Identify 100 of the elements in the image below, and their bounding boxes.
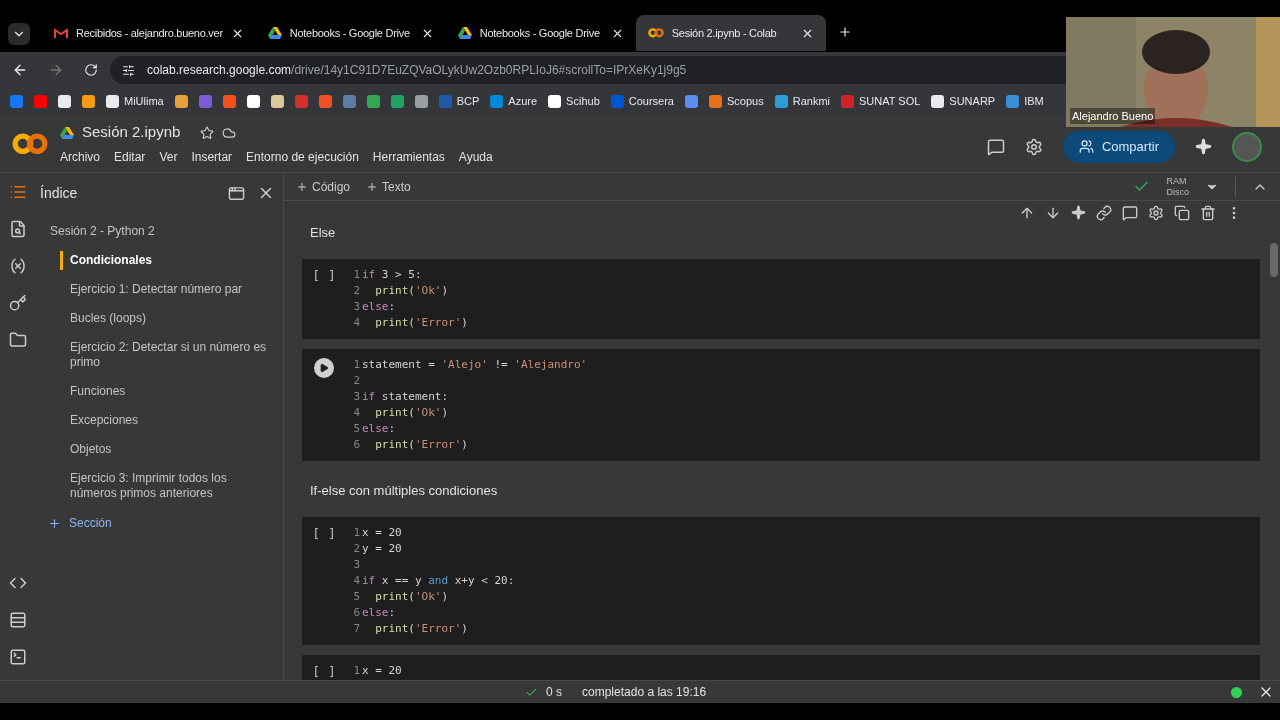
outline-item[interactable]: Bucles (loops) — [70, 311, 147, 326]
settings-icon[interactable] — [1024, 137, 1043, 156]
command-palette-icon[interactable] — [9, 611, 27, 629]
participant-name: Alejandro Bueno — [1070, 107, 1156, 124]
code-line: print('Ok') — [374, 405, 449, 421]
address-field[interactable]: colab.research.google.com/drive/14y1C91D7EuZQVaOLykUw2Ozb0RPLIoJ6#scrollTo=IPrXeKy1j9g5 — [110, 56, 1066, 84]
code-cell[interactable]: [ ] 1 x = 20 — [302, 655, 1260, 680]
back-icon[interactable] — [12, 62, 28, 78]
scrollbar-thumb[interactable] — [1270, 243, 1278, 277]
outline-item[interactable]: Ejercicio 2: Detectar si un número es primo — [70, 340, 267, 370]
find-icon[interactable] — [9, 220, 27, 238]
code-line: else: — [362, 605, 396, 621]
code-line: if x == y and x+y < 20: — [362, 573, 515, 589]
notebook-title[interactable]: Sesión 2.ipynb — [82, 121, 181, 144]
site-settings-icon[interactable] — [122, 63, 135, 77]
move-down-icon[interactable] — [1045, 205, 1061, 221]
bookmark-label[interactable]: Azure — [508, 93, 538, 110]
browser-tab[interactable]: Notebooks - Google Drive — [255, 15, 446, 51]
comment-icon[interactable] — [1122, 205, 1138, 221]
key-icon[interactable] — [9, 294, 27, 312]
bookmark-favicon-icon[interactable] — [246, 95, 260, 108]
code-line: statement = 'Alejo' != 'Alejandro' — [362, 357, 588, 373]
line-number: 1 — [352, 357, 360, 373]
account-avatar[interactable] — [1232, 131, 1262, 162]
code-line: if statement: — [362, 389, 449, 405]
code-line: else: — [362, 299, 396, 315]
menu-item[interactable]: Editar — [114, 147, 146, 166]
bookmark-label[interactable]: Rankmi — [792, 93, 830, 110]
code-cell[interactable]: [ ] 1 x = 20 2 y = 20 3 4 if x == y and x+y < 20: 5 print('Ok') 6 else: 7 print('Error') — [302, 517, 1260, 645]
cloud-icon[interactable] — [222, 125, 237, 140]
outline-item[interactable]: Ejercicio 3: Imprimir todos los números primos anteriores — [70, 471, 267, 501]
bookmark-label[interactable]: Scihub — [566, 93, 600, 110]
code-line: print('Error') — [374, 315, 468, 331]
resource-meter[interactable]: RAM Disco — [1166, 175, 1189, 198]
add-section-button[interactable]: Sección — [48, 514, 112, 532]
tab-title: Recibidos - alejandro.bueno.ver — [76, 25, 223, 41]
terminal-icon[interactable] — [9, 648, 27, 666]
code-line: print('Error') — [374, 621, 468, 637]
tab-list-button[interactable] — [8, 23, 30, 45]
menu-item[interactable]: Ver — [159, 147, 178, 166]
sparkle-icon[interactable] — [1195, 138, 1212, 155]
code-line: x = 20 — [362, 663, 402, 679]
outline-item[interactable]: Sesión 2 - Python 2 — [50, 224, 155, 239]
delete-icon[interactable] — [1200, 205, 1216, 221]
bookmark-label[interactable]: Coursera — [628, 93, 674, 110]
bookmark-label[interactable]: IBM — [1024, 93, 1044, 110]
browser-tab[interactable]: Sesión 2.ipynb - Colab — [635, 15, 826, 51]
move-up-icon[interactable] — [1019, 205, 1035, 221]
code-line: print('Ok') — [374, 283, 449, 299]
plus-icon — [366, 180, 379, 193]
code-line: if 3 > 5: — [362, 267, 422, 283]
add-cell-button[interactable]: Texto — [366, 177, 411, 196]
line-number: 3 — [352, 299, 360, 315]
add-cell-button[interactable]: Código — [296, 177, 351, 196]
outline-item[interactable]: Objetos — [70, 442, 112, 457]
settings-icon[interactable] — [1148, 205, 1164, 221]
code-cell[interactable]: [ ] 1 if 3 > 5: 2 print('Ok') 3 else: 4 print('Error') — [302, 259, 1260, 339]
outline-item[interactable]: Excepciones — [70, 413, 139, 428]
variables-icon[interactable] — [9, 257, 27, 275]
comment-icon[interactable] — [986, 137, 1005, 156]
line-number: 5 — [352, 589, 360, 605]
bookmark-favicon-icon[interactable] — [174, 95, 188, 108]
menu-item[interactable]: Entorno de ejecución — [246, 147, 359, 166]
mail-icon — [54, 27, 68, 39]
run-button[interactable] — [314, 358, 334, 378]
share-button[interactable]: Compartir — [1062, 130, 1175, 163]
forward-icon[interactable] — [48, 62, 64, 78]
link-icon[interactable] — [1096, 205, 1112, 221]
execution-time: 0 s — [546, 684, 562, 701]
reload-icon[interactable] — [84, 63, 98, 77]
star-icon[interactable] — [200, 125, 215, 140]
status-message: completado a las 19:16 — [582, 684, 707, 701]
menu-item[interactable]: Archivo — [60, 147, 100, 166]
sparkle-icon[interactable] — [1071, 205, 1086, 220]
browser-tab[interactable]: Notebooks - Google Drive — [445, 15, 636, 51]
bookmark-label[interactable]: MiUlima — [124, 93, 164, 110]
bookmark-label[interactable]: Scopus — [727, 93, 764, 110]
bookmark-label[interactable]: SUNAT SOL — [859, 93, 921, 110]
folder-icon[interactable] — [9, 331, 27, 349]
copy-icon[interactable] — [1174, 205, 1190, 221]
menu-item[interactable]: Herramientas — [372, 147, 445, 166]
bookmark-favicon-icon[interactable] — [548, 95, 562, 108]
table-of-contents-icon[interactable] — [9, 183, 27, 201]
bookmark-favicon-icon[interactable] — [270, 95, 284, 108]
triangle-logo-icon — [457, 27, 472, 39]
code-cell[interactable]: 1 statement = 'Alejo' != 'Alejandro' 2 3 if statement: 4 print('Ok') 5 else: 6 print('Error') — [302, 349, 1260, 461]
menu-item[interactable]: Ayuda — [458, 147, 493, 166]
line-number: 3 — [352, 557, 360, 573]
outline-item[interactable]: Funciones — [70, 384, 126, 399]
bookmark-label[interactable]: SUNARP — [949, 93, 996, 110]
line-number: 6 — [352, 605, 360, 621]
code-line: print('Ok') — [374, 589, 449, 605]
window-icon[interactable] — [228, 184, 245, 202]
outline-item[interactable]: Ejercicio 1: Detectar número par — [70, 282, 243, 297]
menu-item[interactable]: Insertar — [191, 147, 233, 166]
bookmark-label[interactable]: BCP — [456, 93, 480, 110]
browser-tab[interactable]: Recibidos - alejandro.bueno.ver — [42, 15, 256, 51]
outline-item[interactable]: Condicionales — [70, 253, 152, 268]
new-tab-icon[interactable] — [837, 25, 852, 39]
bookmark-favicon-icon[interactable] — [931, 95, 945, 108]
